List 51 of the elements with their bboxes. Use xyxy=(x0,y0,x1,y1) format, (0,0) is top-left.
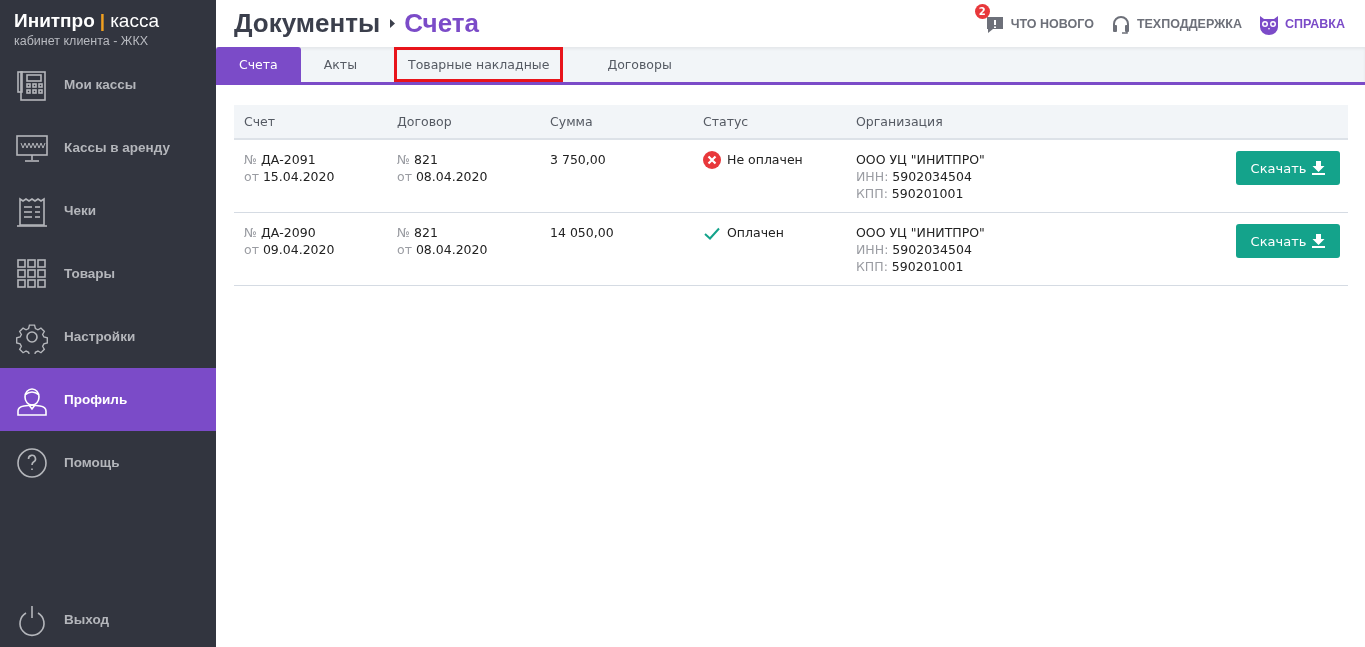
brand-separator: | xyxy=(99,10,106,32)
brand-subtitle: кабинет клиента - ЖКХ xyxy=(14,34,150,48)
organization-name: ООО УЦ "ИНИТПРО" xyxy=(856,151,986,168)
tab[interactable]: Договоры xyxy=(584,47,695,82)
tab[interactable]: Товарные накладные xyxy=(394,47,564,82)
header-link[interactable]: СПРАВКА xyxy=(1258,12,1345,35)
download-button[interactable]: Скачать xyxy=(1236,151,1340,185)
table-cell-line: № ДА-2091 xyxy=(244,151,317,168)
organization-name: ООО УЦ "ИНИТПРО" xyxy=(856,224,986,241)
download-icon xyxy=(1312,161,1326,175)
sidebar-item[interactable]: Помощь xyxy=(0,431,216,494)
grid-icon xyxy=(15,256,49,291)
download-button[interactable]: Скачать xyxy=(1236,224,1340,258)
table-cell-line: от 08.04.2020 xyxy=(397,168,489,185)
status-text: Не оплачен xyxy=(727,151,803,168)
table-cell-line: № 821 xyxy=(397,151,439,168)
amount-text: 14 050,00 xyxy=(550,224,615,241)
table-cell-line: ИНН: 5902034504 xyxy=(856,168,973,185)
sidebar-item[interactable]: Профиль xyxy=(0,368,216,431)
tab[interactable]: Акты xyxy=(300,47,380,82)
brand-name: Инитпро xyxy=(14,10,95,32)
page-title: Счета xyxy=(404,8,480,39)
table-cell-line: КПП: 590201001 xyxy=(856,258,965,275)
tab[interactable]: Счета xyxy=(216,47,301,82)
table-cell-line: № ДА-2090 xyxy=(244,224,317,241)
header-link[interactable]: ТЕХПОДДЕРЖКА xyxy=(1109,12,1243,35)
table-cell-line: от 09.04.2020 xyxy=(244,241,336,258)
table-cell-line: № 821 xyxy=(397,224,439,241)
sidebar-item[interactable]: Настройки xyxy=(0,305,216,368)
table-cell-line: ИНН: 5902034504 xyxy=(856,241,973,258)
sidebar-item[interactable]: Чеки xyxy=(0,179,216,242)
amount-text: 3 750,00 xyxy=(550,151,607,168)
sidebar-item[interactable]: Мои кассы xyxy=(0,53,216,116)
brand-product: касса xyxy=(110,10,159,32)
column-header: Статус xyxy=(693,105,846,140)
status-text: Оплачен xyxy=(727,224,784,241)
sidebar-item[interactable]: Кассы в аренду xyxy=(0,116,216,179)
column-header: Счет xyxy=(234,105,387,140)
breadcrumb-link[interactable]: Документы xyxy=(234,8,381,39)
breadcrumb-arrow-icon xyxy=(389,19,396,28)
question-icon xyxy=(15,445,49,480)
sidebar-item[interactable]: Товары xyxy=(0,242,216,305)
table-cell-line: КПП: 590201001 xyxy=(856,185,965,202)
column-header: Договор xyxy=(387,105,540,140)
column-header: Сумма xyxy=(540,105,693,140)
table-cell-line: от 15.04.2020 xyxy=(244,168,336,185)
table-cell-line: от 08.04.2020 xyxy=(397,241,489,258)
notification-badge: 2 xyxy=(974,3,990,19)
download-icon xyxy=(1312,234,1326,248)
column-header: Организация xyxy=(846,105,1228,140)
logout-button[interactable]: Выход xyxy=(0,588,216,647)
